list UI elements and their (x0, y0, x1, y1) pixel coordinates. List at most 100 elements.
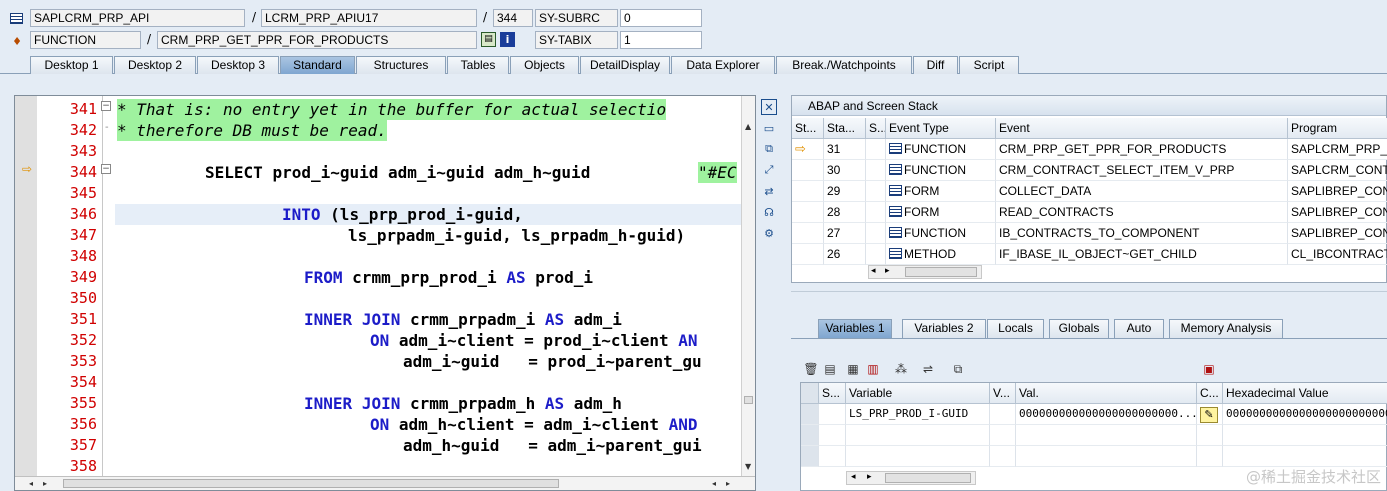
event-cell[interactable]: CRM_PRP_GET_PPR_FOR_PRODUCTS (996, 139, 1288, 160)
event-type-cell[interactable]: FUNCTION (886, 139, 996, 160)
level-cell[interactable]: 27 (824, 223, 866, 244)
event-cell[interactable]: IB_CONTRACTS_TO_COMPONENT (996, 223, 1288, 244)
col-header[interactable]: S... (819, 383, 846, 404)
empty-cell[interactable] (846, 446, 990, 467)
table-row[interactable] (801, 425, 1387, 446)
table-row[interactable]: 27 FUNCTION IB_CONTRACTS_TO_COMPONENT SAPLI… (792, 223, 1387, 244)
close-icon[interactable]: ✕ (761, 99, 777, 115)
fullscreen-icon[interactable]: ⤢ (761, 162, 777, 178)
tab-breakpoints[interactable]: Break./Watchpoints (776, 56, 912, 74)
tab-variables-1[interactable]: Variables 1 (818, 319, 892, 338)
tab-desktop-1[interactable]: Desktop 1 (30, 56, 113, 74)
event-type-cell[interactable]: METHOD (886, 244, 996, 265)
program-cell[interactable]: SAPLIBREP_CONT (1288, 181, 1387, 202)
scroll-thumb[interactable] (885, 473, 971, 483)
col-header[interactable]: S... (866, 118, 886, 139)
source-icon-cell[interactable] (866, 244, 886, 265)
sysfield-value[interactable]: 0 (620, 9, 702, 27)
table-row[interactable]: ⇨ 31 FUNCTION CRM_PRP_GET_PPR_FOR_PRODUCTS S… (792, 139, 1387, 160)
tab-variables-2[interactable]: Variables 2 (902, 319, 986, 338)
tab-detaildisplay[interactable]: DetailDisplay (580, 56, 670, 74)
scroll-right-icon[interactable]: ▸ (726, 479, 730, 488)
line-number-field[interactable]: 344 (493, 9, 533, 27)
scroll-left-icon[interactable]: ◂ (871, 266, 876, 276)
col-header[interactable]: St... (792, 118, 824, 139)
fold-collapse-icon[interactable]: − (101, 101, 111, 111)
event-cell[interactable]: CRM_CONTRACT_SELECT_ITEM_V_PRP (996, 160, 1288, 181)
delete-row-icon[interactable]: ▥ (865, 361, 881, 377)
tab-standard[interactable]: Standard (280, 56, 355, 74)
empty-cell[interactable] (846, 425, 990, 446)
services-icon[interactable]: ☊ (761, 204, 777, 220)
event-type-cell[interactable]: FORM (886, 181, 996, 202)
program-cell[interactable]: SAPLCRM_PRP_API (1288, 139, 1387, 160)
col-header[interactable]: Program (1288, 118, 1387, 139)
event-type-cell[interactable]: FUNCTION (886, 160, 996, 181)
new-row-icon[interactable]: ▤ (822, 361, 838, 377)
level-cell[interactable]: 31 (824, 139, 866, 160)
editor-vertical-scrollbar[interactable]: ▲ ▼ (741, 96, 755, 476)
save-icon[interactable]: ▣ (1201, 361, 1217, 377)
current-marker-cell[interactable] (792, 181, 824, 202)
sysfield-label[interactable]: SY-SUBRC (535, 9, 618, 27)
sysfield-label-2[interactable]: SY-TABIX (535, 31, 618, 49)
tab-desktop-2[interactable]: Desktop 2 (114, 56, 196, 74)
level-cell[interactable]: 26 (824, 244, 866, 265)
stack-hscroll[interactable]: ◂ ▸ (868, 265, 982, 279)
col-header[interactable]: Val. (1016, 383, 1197, 404)
program-field[interactable]: SAPLCRM_PRP_API (30, 9, 245, 27)
row-selector[interactable] (801, 404, 819, 425)
event-type-cell[interactable]: FUNCTION (886, 223, 996, 244)
vars-hscroll[interactable]: ◂ ▸ (846, 471, 976, 485)
col-header[interactable]: Sta... (824, 118, 866, 139)
table-row[interactable] (801, 446, 1387, 467)
tab-script[interactable]: Script (959, 56, 1019, 74)
col-header[interactable]: Event Type (886, 118, 996, 139)
splitter[interactable] (791, 291, 1387, 293)
table-row[interactable]: 28 FORM READ_CONTRACTSSAPLIBREP_CONT (792, 202, 1387, 223)
scroll-left-icon[interactable]: ◂ (29, 479, 33, 488)
navigate-icon[interactable]: ▤ (481, 32, 496, 47)
program-cell[interactable]: SAPLCRM_CONTRA (1288, 160, 1387, 181)
tab-globals[interactable]: Globals (1049, 319, 1109, 338)
scroll-thumb[interactable] (63, 479, 559, 488)
tab-memory-analysis[interactable]: Memory Analysis (1169, 319, 1283, 338)
col-header[interactable]: Event (996, 118, 1288, 139)
source-icon-cell[interactable] (866, 160, 886, 181)
event-type-cell[interactable]: FORM (886, 202, 996, 223)
source-icon-cell[interactable] (866, 202, 886, 223)
navigate-icon[interactable]: ⇌ (920, 361, 936, 377)
hex-value-cell[interactable]: 00000000000000000000000000 (1223, 404, 1387, 425)
tab-diff[interactable]: Diff (913, 56, 958, 74)
row-selector[interactable] (801, 425, 819, 446)
current-marker-cell[interactable]: ⇨ (792, 139, 824, 160)
scroll-right-icon[interactable]: ▸ (885, 266, 890, 276)
edit-pencil-icon[interactable]: ✎ (1200, 407, 1218, 423)
scroll-left-icon[interactable]: ◂ (851, 472, 856, 482)
row-selector[interactable] (801, 446, 819, 467)
program-cell[interactable]: SAPLIBREP_CONT (1288, 202, 1387, 223)
source-editor[interactable]: 341 342 343 344 345 346 347 348 349 350 351 352 353 3… (14, 95, 756, 491)
event-cell[interactable]: IF_IBASE_IL_OBJECT~GET_CHILD (996, 244, 1288, 265)
col-header[interactable]: Variable (846, 383, 990, 404)
delete-icon[interactable]: 🗑 (803, 361, 819, 377)
editor-horizontal-scrollbar[interactable]: ◂ ▸ ◂ ▸ (15, 476, 755, 490)
scroll-right-icon[interactable]: ▸ (43, 479, 47, 488)
source-icon-cell[interactable] (866, 181, 886, 202)
program-cell[interactable]: SAPLIBREP_CONT (1288, 223, 1387, 244)
scroll-right-icon[interactable]: ▸ (867, 472, 872, 482)
tab-locals[interactable]: Locals (987, 319, 1044, 338)
breakpoint-gutter[interactable] (15, 96, 37, 476)
tab-desktop-3[interactable]: Desktop 3 (197, 56, 279, 74)
tab-structures[interactable]: Structures (356, 56, 446, 74)
sysfield-value-2[interactable]: 1 (620, 31, 702, 49)
level-cell[interactable]: 29 (824, 181, 866, 202)
scroll-thumb[interactable] (744, 396, 753, 404)
settings-icon[interactable]: ⚙ (761, 225, 777, 241)
level-cell[interactable]: 30 (824, 160, 866, 181)
scroll-thumb[interactable] (905, 267, 977, 277)
col-header[interactable]: C... (1197, 383, 1223, 404)
current-marker-cell[interactable] (792, 202, 824, 223)
table-row[interactable]: 29 FORM COLLECT_DATASAPLIBREP_CONT (792, 181, 1387, 202)
current-marker-cell[interactable] (792, 244, 824, 265)
